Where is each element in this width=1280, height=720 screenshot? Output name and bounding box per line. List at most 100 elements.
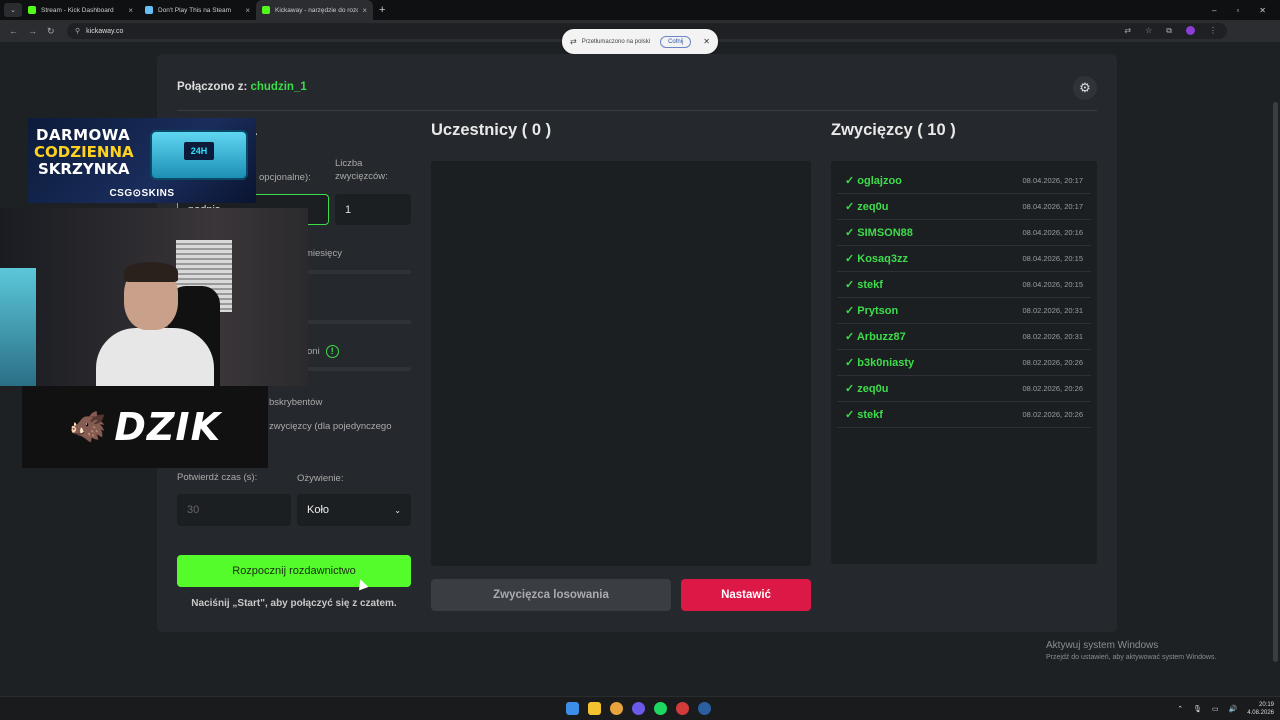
clock-time: 20:19 <box>1258 702 1274 708</box>
discord-icon[interactable] <box>632 702 645 715</box>
winner-name: ✓ SIMSON88 <box>845 227 913 239</box>
sub-months-slider[interactable] <box>297 270 411 274</box>
back-icon[interactable]: ← <box>9 26 19 36</box>
boar-logo-icon: 🐗 <box>68 410 107 444</box>
start-giveaway-label: Rozpocznij rozdawnictwo <box>232 565 356 577</box>
tray-chevron-icon[interactable]: ⌃ <box>1177 705 1183 713</box>
site-info-icon[interactable]: ⚲ <box>75 27 80 35</box>
winner-row: ✓ b3k0niasty 08.02.2026, 20:26 <box>837 350 1091 376</box>
header-divider <box>177 110 1097 111</box>
browser-tab-1[interactable]: Stream - Kick Dashboard × <box>22 0 139 20</box>
winner-row: ✓ SIMSON88 08.04.2026, 20:16 <box>837 220 1091 246</box>
windows-activation-watermark: Aktywuj system Windows Przejdź do ustawi… <box>1046 640 1216 661</box>
streamer-body <box>96 328 214 386</box>
close-window-icon[interactable]: ✕ <box>1259 6 1266 15</box>
file-explorer-icon[interactable] <box>588 702 601 715</box>
winners-count-input[interactable]: 1 <box>335 194 411 225</box>
winner-name: ✓ zeq0u <box>845 201 889 213</box>
followers-slider[interactable] <box>297 367 411 371</box>
chrome-icon[interactable] <box>610 702 623 715</box>
kick-favicon-icon <box>28 6 36 14</box>
tab-title: Don't Play This na Steam <box>158 6 232 14</box>
reset-label: Nastawić <box>721 589 771 601</box>
followers-label: oni! <box>307 345 339 358</box>
translate-undo-button[interactable]: Cofnij <box>660 35 692 48</box>
start-giveaway-button[interactable]: Rozpocznij rozdawnictwo <box>177 555 411 587</box>
followers-label-text: oni <box>307 346 320 357</box>
winner-date: 08.04.2026, 20:17 <box>1022 176 1083 185</box>
extensions-icon[interactable]: ⧉ <box>1166 26 1172 36</box>
new-tab-icon[interactable]: + <box>379 4 385 16</box>
chevron-down-icon: ⌄ <box>394 505 401 515</box>
winner-name: ✓ zeq0u <box>845 383 889 395</box>
app-icon[interactable] <box>676 702 689 715</box>
url-text: kickaway.co <box>86 27 124 35</box>
winners-count-value: 1 <box>345 203 352 216</box>
draw-winner-label: Zwycięzca losowania <box>493 589 609 601</box>
translate-popup: ⇄ Przetłumaczono na polski Cofnij ✕ <box>562 29 718 54</box>
reset-button[interactable]: Nastawić <box>681 579 811 611</box>
page-scrollbar[interactable] <box>1270 42 1280 696</box>
ad-brand: CSG⊙SKINS <box>109 188 175 199</box>
minimize-icon[interactable]: – <box>1212 6 1216 15</box>
settings-gear-icon[interactable]: ⚙ <box>1073 76 1097 100</box>
system-tray: ⌃ 🎙 ▭ 🔊 20:19 4.08.2026 <box>1177 701 1274 717</box>
browser-tab-2[interactable]: Don't Play This na Steam × <box>139 0 256 20</box>
profile-avatar-icon[interactable] <box>1186 26 1195 35</box>
steam-icon[interactable] <box>698 702 711 715</box>
confirm-time-input[interactable]: 30 <box>177 494 291 526</box>
winner-name: ✓ b3k0niasty <box>845 357 915 369</box>
bookmark-star-icon[interactable]: ☆ <box>1145 26 1152 36</box>
sponsor-ad-overlay: DARMOWA CODZIENNA SKRZYNKA 24H CSG⊙SKINS <box>28 118 256 203</box>
winner-name: ✓ oglajzoo <box>845 175 902 187</box>
winner-row: ✓ Prytson 08.02.2026, 20:31 <box>837 298 1091 324</box>
min-messages-slider[interactable] <box>297 320 411 324</box>
connection-status: Połączono z: chudzin_1 <box>177 81 307 93</box>
watermark-title: Aktywuj system Windows <box>1046 640 1159 651</box>
winners-count-label: Liczba zwycięzców: <box>335 158 388 182</box>
translate-icon[interactable]: ⇄ <box>1124 26 1131 36</box>
winner-row: ✓ oglajzoo 08.04.2026, 20:17 <box>837 168 1091 194</box>
participants-list[interactable] <box>431 161 811 566</box>
winner-date: 08.02.2026, 20:31 <box>1022 306 1083 315</box>
keyword-label: opcjonalne): <box>259 172 311 183</box>
tab-search-icon[interactable]: ⌄ <box>4 3 22 17</box>
animation-select[interactable]: Koło ⌄ <box>297 494 411 526</box>
logo-text: DZIK <box>114 405 222 449</box>
dzik-logo-overlay: 🐗 DZIK <box>22 386 268 468</box>
maximize-icon[interactable]: ▫ <box>1236 6 1239 15</box>
windows-taskbar: ⌃ 🎙 ▭ 🔊 20:19 4.08.2026 <box>0 696 1280 720</box>
watermark-subtitle: Przejdź do ustawień, aby aktywować syste… <box>1046 654 1217 661</box>
browser-tab-3[interactable]: Kickaway - narzędzie do rozda... × <box>256 0 373 20</box>
translate-popup-icon: ⇄ <box>570 37 577 46</box>
clock[interactable]: 20:19 4.08.2026 <box>1247 701 1274 717</box>
microphone-icon[interactable]: 🎙 <box>1193 705 1202 713</box>
tab-close-icon[interactable]: × <box>245 6 250 15</box>
volume-icon[interactable]: 🔊 <box>1229 705 1238 713</box>
confirm-time-label: Potwierdź czas (s): <box>177 472 258 483</box>
tab-title: Kickaway - narzędzie do rozda... <box>275 6 359 14</box>
winner-date: 08.02.2026, 20:31 <box>1022 332 1083 341</box>
streamer-hair <box>124 262 178 282</box>
forward-icon[interactable]: → <box>28 26 38 36</box>
clock-date: 4.08.2026 <box>1247 710 1274 716</box>
monitor-glow <box>0 268 36 386</box>
connected-username: chudzin_1 <box>250 81 307 93</box>
animation-label: Ożywienie: <box>297 473 344 484</box>
winner-row: ✓ zeq0u 08.04.2026, 20:17 <box>837 194 1091 220</box>
ad-timer: 24H <box>184 142 214 160</box>
tab-close-icon[interactable]: × <box>128 6 133 15</box>
subscribers-only-label: bskrybentów <box>269 397 323 408</box>
tab-close-icon[interactable]: × <box>362 6 367 15</box>
winner-date: 08.04.2026, 20:15 <box>1022 280 1083 289</box>
winner-row: ✓ zeq0u 08.02.2026, 20:26 <box>837 376 1091 402</box>
scroll-thumb[interactable] <box>1273 102 1278 662</box>
spotify-icon[interactable] <box>654 702 667 715</box>
info-icon[interactable]: ! <box>325 345 339 358</box>
menu-dots-icon[interactable]: ⋮ <box>1209 26 1217 36</box>
translate-close-icon[interactable]: ✕ <box>703 37 710 46</box>
start-menu-icon[interactable] <box>566 702 579 715</box>
network-icon[interactable]: ▭ <box>1212 705 1219 713</box>
draw-winner-button[interactable]: Zwycięzca losowania <box>431 579 671 611</box>
reload-icon[interactable]: ↻ <box>47 26 57 37</box>
